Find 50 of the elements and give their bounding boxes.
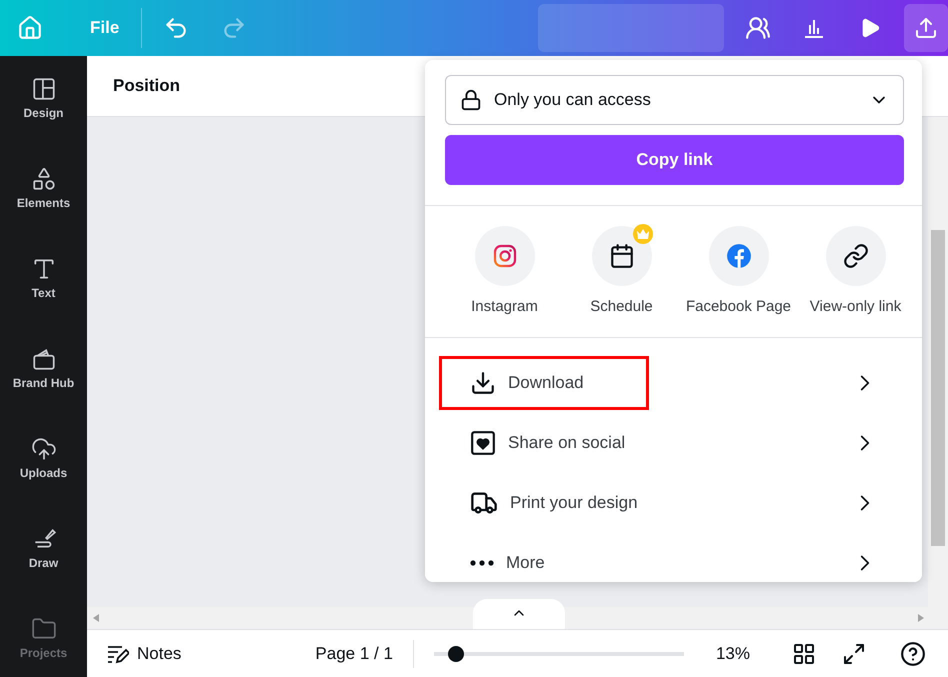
sidebar-item[interactable]: Text bbox=[0, 256, 87, 346]
notes-button[interactable]: Notes bbox=[105, 642, 182, 666]
copy-link-button[interactable]: Copy link bbox=[445, 135, 904, 185]
share-target[interactable]: View-only link bbox=[797, 226, 914, 315]
menu-item[interactable]: Download bbox=[425, 353, 922, 413]
sidebar-item[interactable]: Draw bbox=[0, 526, 87, 616]
help-button[interactable] bbox=[900, 640, 926, 666]
home-icon bbox=[17, 15, 43, 41]
menu-item[interactable]: More bbox=[425, 533, 922, 582]
share-target[interactable]: Facebook Page bbox=[680, 226, 797, 315]
lock-icon bbox=[460, 89, 482, 111]
grid-icon bbox=[792, 642, 816, 666]
calendar-icon bbox=[608, 243, 634, 269]
share-target[interactable]: Schedule bbox=[563, 226, 680, 315]
scroll-right-icon bbox=[918, 614, 924, 622]
people-icon bbox=[745, 15, 771, 41]
facebook-icon bbox=[726, 243, 752, 269]
zoom-percentage: 13% bbox=[716, 644, 750, 664]
sidebar-item[interactable]: Design bbox=[0, 76, 87, 166]
target-label: Facebook Page bbox=[686, 298, 792, 315]
menu-item-label: Download bbox=[508, 373, 584, 393]
menu-item[interactable]: Share on social bbox=[425, 413, 922, 473]
shapes-icon bbox=[30, 166, 56, 192]
cloud-upload-icon bbox=[30, 436, 56, 462]
upload-icon bbox=[914, 16, 938, 40]
fullscreen-button[interactable] bbox=[842, 642, 866, 666]
scroll-left-icon bbox=[93, 614, 99, 622]
access-dropdown[interactable]: Only you can access bbox=[445, 75, 904, 125]
page-indicator: Page 1 / 1 bbox=[315, 644, 393, 664]
menu-item[interactable]: Print your design bbox=[425, 473, 922, 533]
link-icon bbox=[842, 243, 868, 269]
target-label: Schedule bbox=[590, 298, 653, 315]
share-button[interactable] bbox=[904, 4, 948, 52]
more-icon bbox=[470, 560, 494, 566]
menu-item-label: Share on social bbox=[508, 433, 626, 453]
camera-icon bbox=[492, 244, 516, 268]
menu-item-label: More bbox=[506, 553, 545, 573]
menu-item-label: Print your design bbox=[510, 493, 638, 513]
help-icon bbox=[900, 640, 926, 666]
download-icon bbox=[470, 370, 496, 396]
target-label: View-only link bbox=[810, 298, 902, 315]
layout-icon bbox=[30, 76, 56, 102]
sidebar-item[interactable]: Elements bbox=[0, 166, 87, 256]
grid-view-button[interactable] bbox=[792, 642, 816, 666]
share-target[interactable]: Instagram bbox=[446, 226, 563, 315]
sidebar-item[interactable]: Uploads bbox=[0, 436, 87, 526]
sidebar-item[interactable]: Brand Hub bbox=[0, 346, 87, 436]
target-label: Instagram bbox=[471, 298, 538, 315]
position-button[interactable]: Position bbox=[107, 75, 186, 97]
expand-icon bbox=[842, 642, 866, 666]
